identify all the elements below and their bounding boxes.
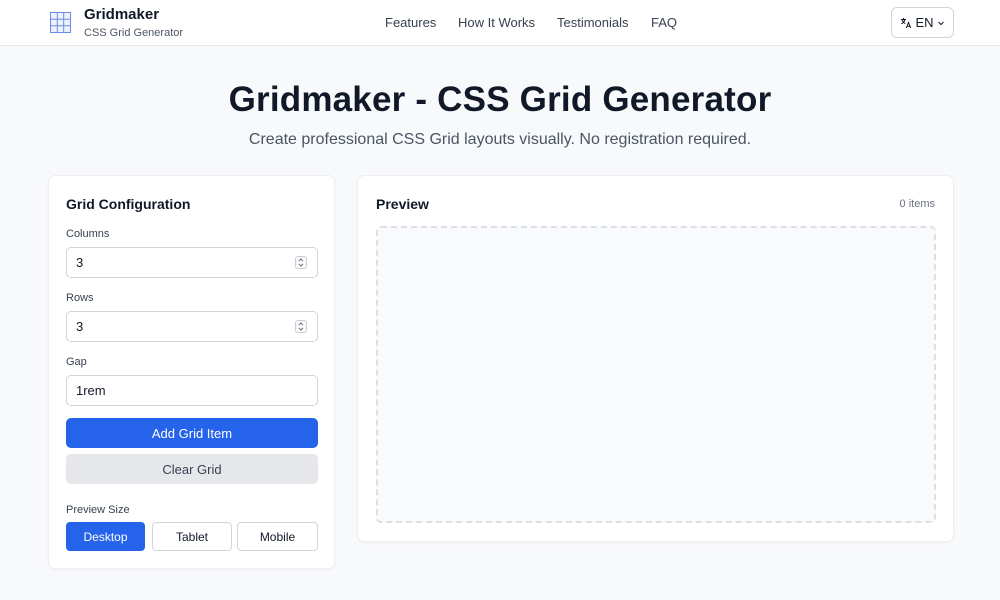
preview-size-mobile[interactable]: Mobile — [237, 522, 318, 551]
language-label: EN — [915, 15, 934, 30]
clear-grid-button[interactable]: Clear Grid — [66, 454, 318, 484]
page-title: Gridmaker - CSS Grid Generator — [228, 80, 772, 119]
preview-title: Preview — [376, 196, 429, 212]
top-header: Gridmaker CSS Grid Generator Features Ho… — [0, 0, 1000, 46]
gap-value: 1rem — [76, 383, 106, 398]
rows-label: Rows — [66, 292, 94, 304]
gap-input[interactable]: 1rem — [66, 375, 318, 406]
grid-preview-area[interactable] — [376, 226, 936, 523]
grid-icon[interactable] — [50, 12, 71, 33]
columns-value: 3 — [76, 255, 84, 270]
number-spinner-icon[interactable] — [295, 320, 307, 333]
nav-testimonials[interactable]: Testimonials — [557, 15, 629, 30]
preview-size-label: Preview Size — [66, 504, 130, 516]
columns-label: Columns — [66, 228, 110, 240]
nav-how-it-works[interactable]: How It Works — [458, 15, 535, 30]
language-selector[interactable]: EN — [891, 7, 954, 38]
preview-panel: Preview 0 items — [357, 175, 954, 542]
brand-title[interactable]: Gridmaker — [84, 6, 159, 23]
add-grid-item-button[interactable]: Add Grid Item — [66, 418, 318, 448]
nav-features[interactable]: Features — [385, 15, 436, 30]
page-subtitle: Create professional CSS Grid layouts vis… — [248, 131, 752, 148]
config-title: Grid Configuration — [66, 196, 191, 212]
rows-input[interactable]: 3 — [66, 311, 318, 342]
preview-size-desktop[interactable]: Desktop — [66, 522, 145, 551]
translate-icon — [900, 17, 912, 29]
chevron-down-icon — [937, 19, 945, 27]
rows-value: 3 — [76, 319, 84, 334]
number-spinner-icon[interactable] — [295, 256, 307, 269]
preview-size-tablet[interactable]: Tablet — [152, 522, 232, 551]
grid-configuration-panel: Grid Configuration Columns 3 Rows 3 Gap … — [48, 175, 335, 569]
gap-label: Gap — [66, 356, 87, 368]
columns-input[interactable]: 3 — [66, 247, 318, 278]
brand-subtitle: CSS Grid Generator — [84, 27, 184, 39]
item-count: 0 items — [899, 198, 935, 210]
nav-faq[interactable]: FAQ — [651, 15, 677, 30]
